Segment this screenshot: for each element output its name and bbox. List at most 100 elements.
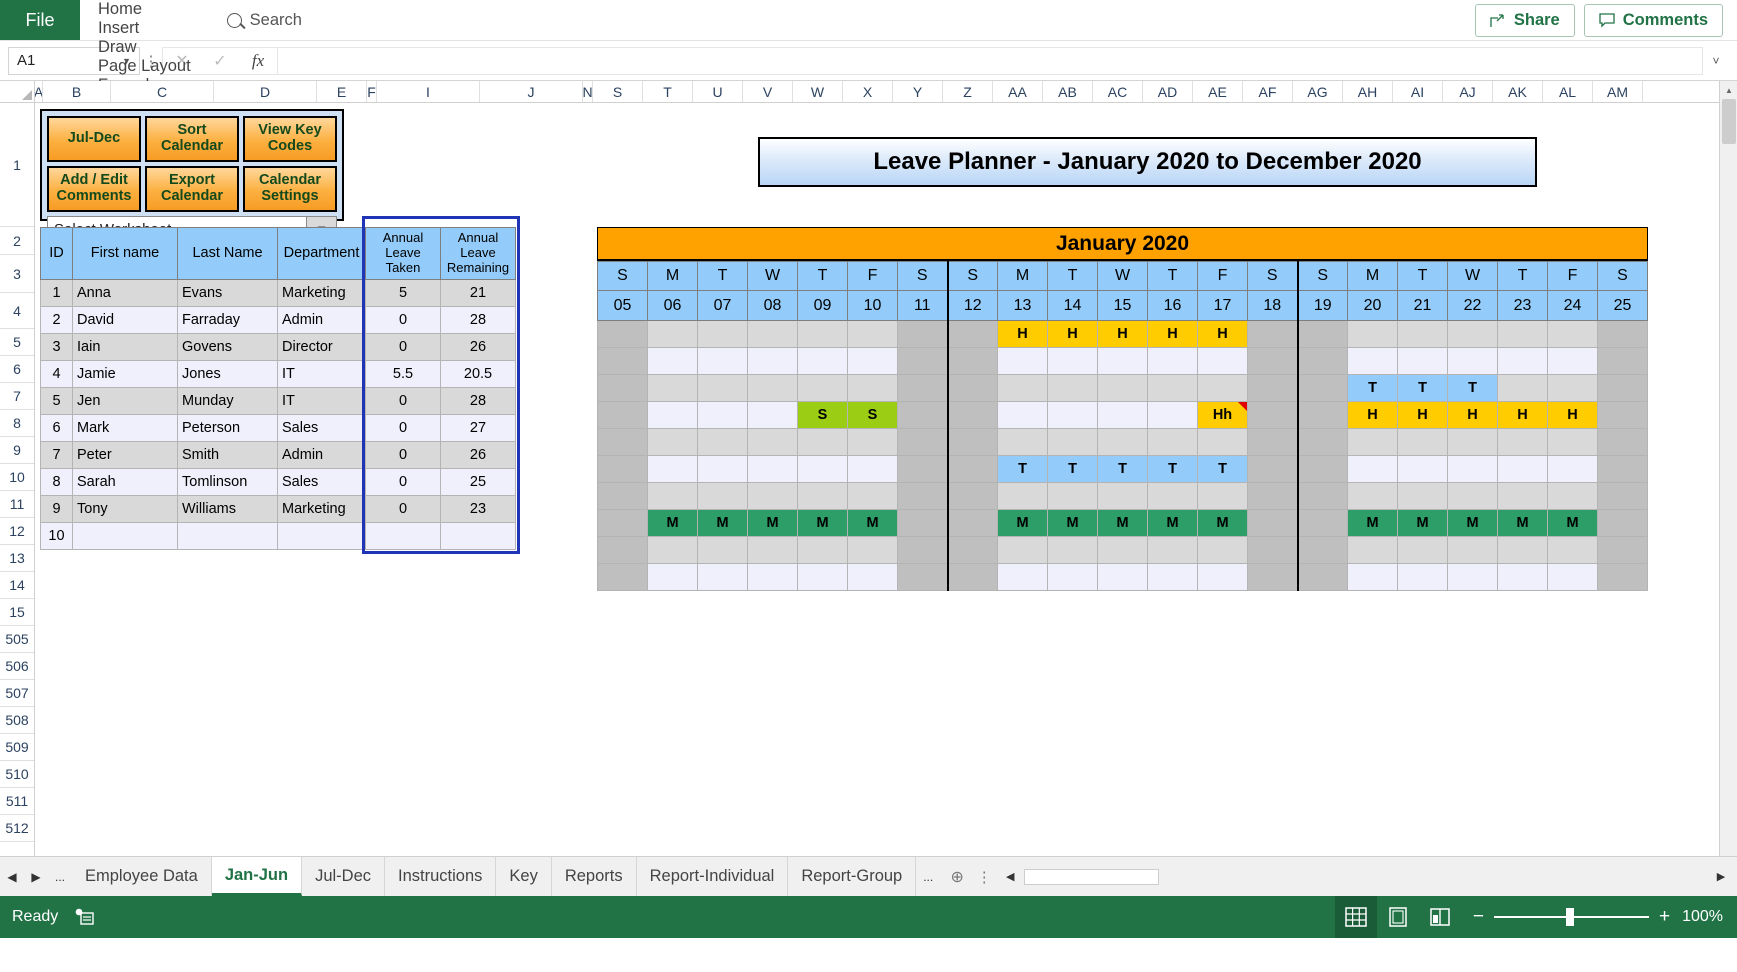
ribbon-tab-insert[interactable]: Insert bbox=[80, 19, 209, 38]
employee-id[interactable]: 9 bbox=[40, 495, 73, 523]
employee-leave-remaining[interactable]: 28 bbox=[440, 387, 516, 415]
ribbon-tab-page-layout[interactable]: Page Layout bbox=[80, 57, 209, 76]
zoom-out-button[interactable]: − bbox=[1473, 906, 1484, 928]
add-sheet-icon[interactable]: ⊕ bbox=[940, 857, 974, 896]
calendar-cell[interactable] bbox=[1296, 374, 1348, 402]
calendar-cell[interactable] bbox=[1447, 455, 1498, 483]
row-header-509[interactable]: 509 bbox=[0, 734, 34, 761]
calendar-cell[interactable] bbox=[1347, 428, 1398, 456]
table-row[interactable]: 8 Sarah Tomlinson Sales 0 25 bbox=[40, 468, 516, 496]
calendar-cell[interactable] bbox=[1597, 347, 1648, 375]
employee-id[interactable]: 8 bbox=[40, 468, 73, 496]
employee-department[interactable]: IT bbox=[277, 387, 366, 415]
employee-last-name[interactable]: Williams bbox=[177, 495, 278, 523]
calendar-cell[interactable] bbox=[1147, 482, 1198, 510]
calendar-cell[interactable] bbox=[1597, 509, 1648, 537]
employee-leave-taken[interactable] bbox=[365, 522, 441, 550]
calendar-cell[interactable] bbox=[697, 320, 748, 348]
column-header-AI[interactable]: AI bbox=[1393, 81, 1443, 102]
column-header-E[interactable]: E bbox=[317, 81, 367, 102]
column-header-I[interactable]: I bbox=[377, 81, 480, 102]
calendar-cell[interactable] bbox=[597, 347, 648, 375]
calendar-cell[interactable] bbox=[1097, 536, 1148, 564]
row-header-15[interactable]: 15 bbox=[0, 599, 34, 626]
employee-id[interactable]: 6 bbox=[40, 414, 73, 442]
calendar-cell[interactable] bbox=[1347, 455, 1398, 483]
calendar-cell[interactable] bbox=[1547, 563, 1598, 591]
calendar-cell[interactable] bbox=[897, 482, 948, 510]
calendar-cell[interactable] bbox=[1197, 482, 1248, 510]
sheet-overflow-left-icon[interactable]: ... bbox=[48, 857, 72, 896]
calendar-cell[interactable] bbox=[1296, 320, 1348, 348]
employee-department[interactable] bbox=[277, 522, 366, 550]
column-header-Y[interactable]: Y bbox=[893, 81, 943, 102]
row-header-5[interactable]: 5 bbox=[0, 329, 34, 356]
employee-department[interactable]: Marketing bbox=[277, 279, 366, 307]
calendar-cell[interactable]: H bbox=[1397, 401, 1448, 429]
select-all-corner[interactable] bbox=[0, 81, 35, 102]
calendar-cell[interactable] bbox=[897, 374, 948, 402]
calendar-cell[interactable] bbox=[1097, 482, 1148, 510]
calendar-cell[interactable]: T bbox=[1047, 455, 1098, 483]
employee-last-name[interactable]: Tomlinson bbox=[177, 468, 278, 496]
zoom-level-label[interactable]: 100% bbox=[1682, 908, 1723, 926]
horizontal-scroll-thumb[interactable] bbox=[1024, 868, 1160, 885]
calendar-cell[interactable] bbox=[1197, 563, 1248, 591]
calendar-cell[interactable] bbox=[847, 428, 898, 456]
share-button[interactable]: Share bbox=[1474, 3, 1575, 37]
calendar-cell[interactable] bbox=[1597, 563, 1648, 591]
sheet-tab-more-icon[interactable]: ⋮ bbox=[974, 857, 994, 896]
calendar-cell[interactable] bbox=[1597, 536, 1648, 564]
calendar-cell[interactable] bbox=[1247, 536, 1298, 564]
calendar-cell[interactable] bbox=[1247, 347, 1298, 375]
calendar-cell[interactable]: H bbox=[1447, 401, 1498, 429]
calendar-cell[interactable] bbox=[1397, 347, 1448, 375]
employee-last-name[interactable]: Govens bbox=[177, 333, 278, 361]
page-layout-view-button[interactable] bbox=[1377, 896, 1419, 938]
calendar-cell[interactable] bbox=[647, 428, 698, 456]
calendar-cell[interactable] bbox=[1497, 347, 1548, 375]
vertical-scroll-thumb[interactable] bbox=[1722, 99, 1736, 144]
calendar-cell[interactable] bbox=[946, 563, 998, 591]
employee-id[interactable]: 3 bbox=[40, 333, 73, 361]
column-header-V[interactable]: V bbox=[743, 81, 793, 102]
calendar-cell[interactable] bbox=[1497, 563, 1548, 591]
employee-leave-taken[interactable]: 0 bbox=[365, 414, 441, 442]
employee-first-name[interactable]: Jen bbox=[72, 387, 178, 415]
zoom-track[interactable] bbox=[1493, 908, 1649, 926]
calendar-cell[interactable] bbox=[1296, 401, 1348, 429]
calendar-cell[interactable] bbox=[697, 347, 748, 375]
calendar-cell[interactable] bbox=[697, 482, 748, 510]
row-header-3[interactable]: 3 bbox=[0, 255, 34, 293]
employee-first-name[interactable]: David bbox=[72, 306, 178, 334]
calendar-cell[interactable] bbox=[1296, 482, 1348, 510]
calendar-cell[interactable] bbox=[997, 374, 1048, 402]
calendar-cell[interactable] bbox=[697, 536, 748, 564]
employee-leave-remaining[interactable]: 20.5 bbox=[440, 360, 516, 388]
calendar-cell[interactable] bbox=[897, 320, 948, 348]
calendar-cell[interactable] bbox=[847, 482, 898, 510]
calendar-cell[interactable] bbox=[1447, 428, 1498, 456]
calendar-cell[interactable] bbox=[1497, 482, 1548, 510]
calendar-cell[interactable] bbox=[647, 401, 698, 429]
employee-leave-taken[interactable]: 0 bbox=[365, 495, 441, 523]
calendar-cell[interactable] bbox=[747, 401, 798, 429]
calendar-cell[interactable] bbox=[1247, 563, 1298, 591]
calendar-cell[interactable]: M bbox=[1397, 509, 1448, 537]
calendar-cell[interactable] bbox=[697, 455, 748, 483]
calendar-cell[interactable] bbox=[797, 563, 848, 591]
calendar-cell[interactable] bbox=[1347, 482, 1398, 510]
calendar-cell[interactable] bbox=[747, 374, 798, 402]
calendar-cell[interactable]: H bbox=[997, 320, 1048, 348]
calendar-cell[interactable]: M bbox=[1097, 509, 1148, 537]
row-header-4[interactable]: 4 bbox=[0, 293, 34, 329]
employee-first-name[interactable]: Iain bbox=[72, 333, 178, 361]
calendar-cell[interactable] bbox=[747, 428, 798, 456]
employee-department[interactable]: Director bbox=[277, 333, 366, 361]
calendar-cell[interactable] bbox=[847, 320, 898, 348]
employee-leave-remaining[interactable]: 23 bbox=[440, 495, 516, 523]
calendar-cell[interactable] bbox=[1447, 482, 1498, 510]
next-sheet-icon[interactable]: ▶ bbox=[24, 857, 48, 896]
calendar-cell[interactable] bbox=[1197, 347, 1248, 375]
calendar-cell[interactable] bbox=[597, 455, 648, 483]
